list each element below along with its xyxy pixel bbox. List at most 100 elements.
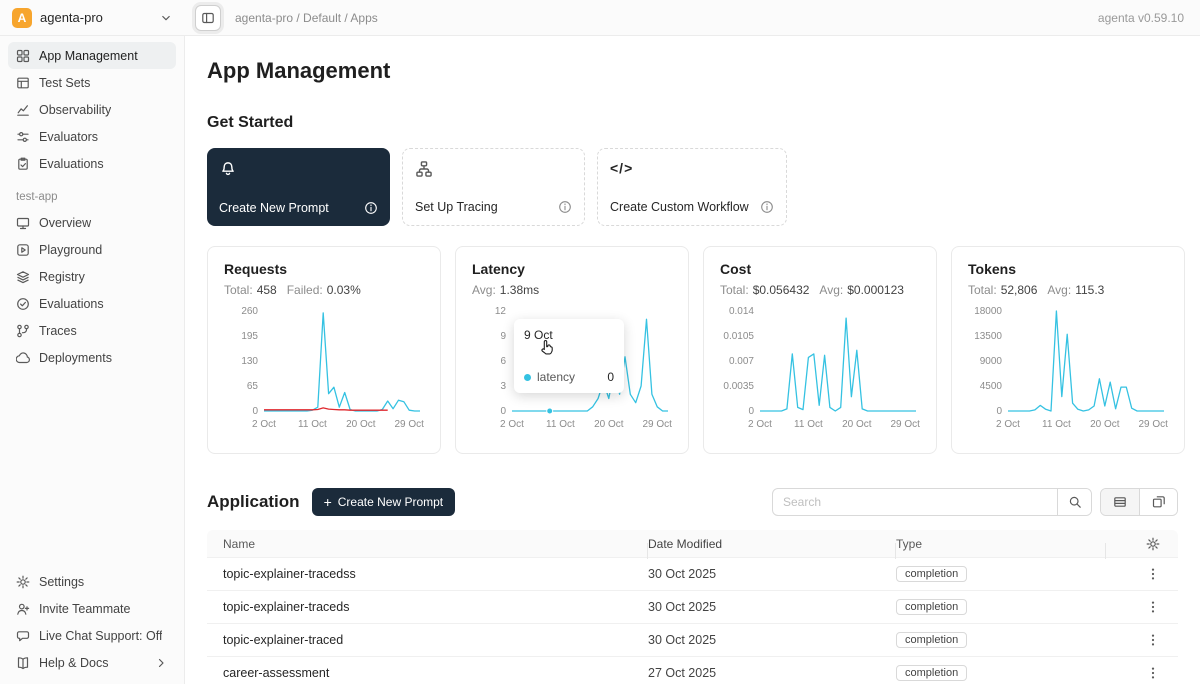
svg-text:0.0105: 0.0105	[723, 331, 754, 342]
svg-text:9: 9	[500, 331, 506, 342]
chevron-right-icon	[154, 656, 168, 670]
app-date: 27 Oct 2025	[648, 666, 896, 680]
info-icon[interactable]	[760, 200, 774, 214]
svg-text:0.0035: 0.0035	[723, 381, 754, 392]
table-row[interactable]: topic-explainer-tracedss 30 Oct 2025 com…	[207, 558, 1178, 591]
badge-check-icon	[16, 297, 30, 311]
sidebar-item-overview[interactable]: Overview	[8, 209, 176, 236]
search-icon	[1068, 495, 1082, 509]
svg-text:0: 0	[500, 406, 506, 417]
metric-title: Cost	[720, 261, 920, 277]
sidebar-item-evaluators[interactable]: Evaluators	[8, 123, 176, 150]
create-new-prompt-card[interactable]: Create New Prompt	[207, 148, 390, 226]
app-type: completion	[896, 599, 1106, 615]
column-header-date-modified[interactable]: Date Modified	[648, 537, 896, 551]
svg-text:260: 260	[241, 306, 258, 317]
series-dot-icon	[524, 374, 531, 381]
search-button[interactable]	[1057, 489, 1091, 515]
type-tag: completion	[896, 566, 967, 582]
tooltip-date: 9 Oct	[524, 328, 614, 342]
sidebar-item-traces[interactable]: Traces	[8, 317, 176, 344]
table-view-button[interactable]	[1101, 489, 1139, 515]
svg-text:20 Oct: 20 Oct	[1090, 419, 1120, 430]
sidebar-item-registry[interactable]: Registry	[8, 263, 176, 290]
svg-text:13500: 13500	[974, 331, 1002, 342]
svg-text:18000: 18000	[974, 306, 1002, 317]
sidebar-item-invite-teammate[interactable]: Invite Teammate	[8, 595, 176, 622]
table-header: Name Date Modified Type	[207, 530, 1178, 558]
svg-text:2 Oct: 2 Oct	[748, 419, 772, 430]
type-tag: completion	[896, 665, 967, 681]
sliders-icon	[16, 130, 30, 144]
monitor-icon	[16, 216, 30, 230]
page-title: App Management	[207, 58, 1178, 84]
svg-text:0.014: 0.014	[729, 306, 754, 317]
set-up-tracing-card[interactable]: Set Up Tracing	[402, 148, 585, 226]
svg-text:4500: 4500	[980, 381, 1003, 392]
sidebar-item-test-sets[interactable]: Test Sets	[8, 69, 176, 96]
svg-text:2 Oct: 2 Oct	[500, 419, 524, 430]
table-row[interactable]: topic-explainer-traceds 30 Oct 2025 comp…	[207, 591, 1178, 624]
metric-subtitle: Avg: 1.38ms	[472, 283, 672, 297]
svg-text:29 Oct: 29 Oct	[890, 419, 920, 430]
row-menu-button[interactable]	[1146, 567, 1160, 581]
row-menu-button[interactable]	[1146, 600, 1160, 614]
plus-icon: +	[324, 495, 332, 509]
card-label: Create New Prompt	[219, 201, 329, 215]
sidebar-collapse-button[interactable]	[195, 5, 221, 31]
sidebar-item-settings[interactable]: Settings	[8, 568, 176, 595]
gear-icon[interactable]	[1146, 537, 1160, 551]
sidebar-item-help-docs[interactable]: Help & Docs	[8, 649, 176, 676]
tooltip-value: 0	[607, 370, 614, 384]
chat-icon	[16, 629, 30, 643]
get-started-cards: Create New Prompt Set Up Tracing	[207, 148, 1178, 226]
sidebar-bottom: Settings Invite Teammate Live Chat Suppo…	[8, 568, 176, 676]
workspace-avatar: A	[12, 8, 32, 28]
column-header-type[interactable]: Type	[896, 537, 1106, 551]
info-icon[interactable]	[558, 200, 572, 214]
svg-text:20 Oct: 20 Oct	[346, 419, 376, 430]
sidebar-item-live-chat[interactable]: Live Chat Support: Off	[8, 622, 176, 649]
panel-left-icon	[201, 11, 215, 25]
app-name: topic-explainer-traceds	[207, 600, 648, 614]
cloud-icon	[16, 351, 30, 365]
applications-table: Name Date Modified Type topic-explainer-…	[207, 530, 1178, 684]
app-type: completion	[896, 632, 1106, 648]
table-row[interactable]: topic-explainer-traced 30 Oct 2025 compl…	[207, 624, 1178, 657]
type-tag: completion	[896, 632, 967, 648]
svg-text:3: 3	[500, 381, 506, 392]
card-label: Set Up Tracing	[415, 200, 498, 214]
breadcrumb[interactable]: agenta-pro / Default / Apps	[235, 11, 378, 25]
app-date: 30 Oct 2025	[648, 633, 896, 647]
sidebar-item-evaluations[interactable]: Evaluations	[8, 150, 176, 177]
create-new-prompt-button[interactable]: + Create New Prompt	[312, 488, 456, 516]
gear-icon	[16, 575, 30, 589]
svg-text:11 Oct: 11 Oct	[794, 419, 823, 430]
git-branch-icon	[16, 324, 30, 338]
column-header-name[interactable]: Name	[207, 537, 648, 551]
sidebar-item-observability[interactable]: Observability	[8, 96, 176, 123]
chart-line-icon	[16, 103, 30, 117]
svg-text:20 Oct: 20 Oct	[842, 419, 872, 430]
info-icon[interactable]	[364, 201, 378, 215]
sidebar-item-app-evaluations[interactable]: Evaluations	[8, 290, 176, 317]
clipboard-check-icon	[16, 157, 30, 171]
metric-subtitle: Total: $0.056432 Avg: $0.000123	[720, 283, 920, 297]
sidebar-item-app-management[interactable]: App Management	[8, 42, 176, 69]
search-input[interactable]	[773, 489, 1057, 515]
create-custom-workflow-card[interactable]: </> Create Custom Workflow	[597, 148, 787, 226]
sidebar-item-deployments[interactable]: Deployments	[8, 344, 176, 371]
prompt-bell-icon	[219, 159, 237, 177]
card-view-icon	[1152, 495, 1166, 509]
sidebar-item-playground[interactable]: Playground	[8, 236, 176, 263]
mouse-cursor-icon	[540, 339, 555, 359]
main-content: App Management Get Started Create New Pr…	[185, 36, 1200, 684]
card-view-button[interactable]	[1139, 489, 1177, 515]
table-row[interactable]: career-assessment 27 Oct 2025 completion	[207, 657, 1178, 684]
svg-text:9000: 9000	[980, 356, 1003, 367]
app-name: topic-explainer-traced	[207, 633, 648, 647]
svg-text:2 Oct: 2 Oct	[996, 419, 1020, 430]
row-menu-button[interactable]	[1146, 633, 1160, 647]
row-menu-button[interactable]	[1146, 666, 1160, 680]
workspace-selector[interactable]: A agenta-pro	[0, 8, 185, 28]
